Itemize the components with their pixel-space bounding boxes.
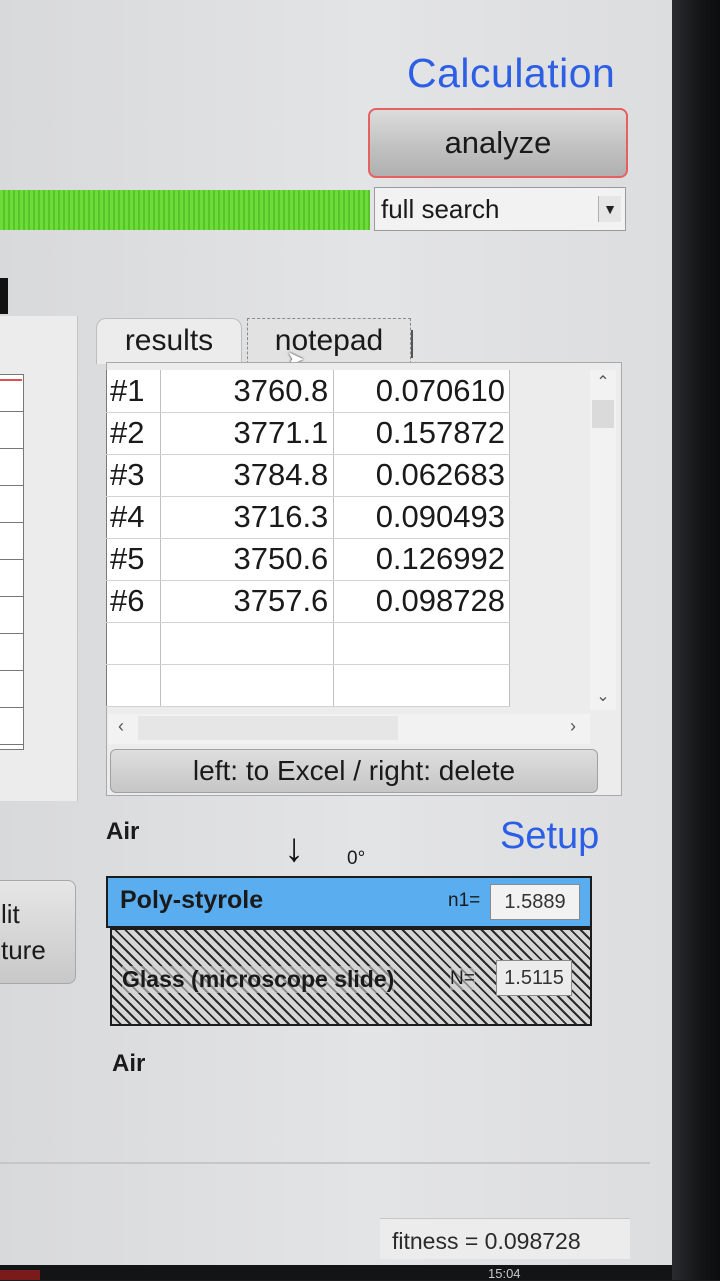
excel-delete-button[interactable]: left: to Excel / right: delete bbox=[110, 749, 598, 793]
taskbar-clock: 15:04 bbox=[488, 1266, 521, 1281]
incidence-angle: 0° bbox=[347, 848, 366, 869]
thickness-cell[interactable]: 3750.6 bbox=[160, 538, 335, 581]
result-id-cell[interactable]: #2 bbox=[106, 412, 161, 455]
table-row[interactable]: #5 3750.6 0.126992 bbox=[106, 538, 510, 581]
fit-button-label-2: ture bbox=[1, 935, 46, 965]
scroll-up-icon[interactable]: ⌃ bbox=[590, 372, 616, 392]
thickness-cell[interactable]: 3784.8 bbox=[160, 454, 335, 497]
left-table-marker bbox=[0, 379, 22, 381]
table-row[interactable] bbox=[106, 664, 510, 707]
scroll-down-icon[interactable]: ⌄ bbox=[590, 686, 616, 706]
fitness-text: fitness = 0.098728 bbox=[392, 1228, 581, 1254]
thickness-cell[interactable]: 3716.3 bbox=[160, 496, 335, 539]
tab-separator bbox=[411, 330, 413, 358]
substrate-name: Glass (microscope slide) bbox=[122, 966, 395, 993]
calculation-title: Calculation bbox=[407, 50, 616, 96]
tab-results[interactable]: results bbox=[96, 318, 242, 364]
result-id-cell[interactable] bbox=[106, 664, 161, 707]
layer-name: Poly-styrole bbox=[120, 886, 264, 914]
scroll-left-icon[interactable]: ‹ bbox=[118, 716, 124, 737]
refractive-index-label: n1= bbox=[448, 890, 481, 911]
refractive-index-field[interactable]: 1.5889 bbox=[490, 884, 580, 920]
layer-polystyrole[interactable]: Poly-styrole n1= 1.5889 bbox=[106, 876, 592, 928]
taskbar bbox=[0, 1265, 672, 1280]
progress-bar-fill bbox=[0, 190, 370, 230]
fit-structure-button[interactable]: lit ture bbox=[0, 880, 76, 984]
progress-bar bbox=[0, 190, 370, 230]
fitness-cell[interactable]: 0.157872 bbox=[333, 412, 510, 455]
scroll-thumb[interactable] bbox=[592, 400, 614, 428]
app-window: Calculation analyze full search ▼ lit tu… bbox=[0, 0, 672, 1265]
table-row[interactable]: #2 3771.1 0.157872 bbox=[106, 412, 510, 455]
fitness-cell[interactable] bbox=[333, 622, 510, 665]
results-table[interactable]: #1 3760.8 0.070610 #2 3771.1 0.157872 #3 3784.8… bbox=[106, 370, 510, 707]
layer-substrate[interactable]: Glass (microscope slide) N= 1.5115 bbox=[110, 928, 592, 1026]
left-table bbox=[0, 374, 24, 750]
analyze-button[interactable]: analyze bbox=[368, 108, 628, 178]
result-id-cell[interactable]: #6 bbox=[106, 580, 161, 623]
table-row[interactable]: #1 3760.8 0.070610 bbox=[106, 370, 510, 413]
fitness-cell[interactable]: 0.062683 bbox=[333, 454, 510, 497]
result-id-cell[interactable] bbox=[106, 622, 161, 665]
result-id-cell[interactable]: #1 bbox=[106, 370, 161, 413]
chevron-down-icon[interactable]: ▼ bbox=[598, 196, 621, 222]
table-row[interactable]: #3 3784.8 0.062683 bbox=[106, 454, 510, 497]
result-id-cell[interactable]: #3 bbox=[106, 454, 161, 497]
top-medium-label: Air bbox=[106, 818, 140, 845]
thickness-cell[interactable] bbox=[160, 622, 335, 665]
incident-arrow-icon: ↓ bbox=[284, 826, 304, 870]
fitness-cell[interactable]: 0.070610 bbox=[333, 370, 510, 413]
fitness-cell[interactable]: 0.090493 bbox=[333, 496, 510, 539]
result-id-cell[interactable]: #5 bbox=[106, 538, 161, 581]
results-horizontal-scrollbar[interactable]: ‹ › bbox=[108, 714, 590, 744]
search-mode-value: full search bbox=[381, 194, 500, 224]
table-row[interactable]: #6 3757.6 0.098728 bbox=[106, 580, 510, 623]
table-row[interactable]: #4 3716.3 0.090493 bbox=[106, 496, 510, 539]
monitor-bezel bbox=[672, 0, 720, 1280]
divider bbox=[0, 1162, 650, 1164]
thickness-cell[interactable] bbox=[160, 664, 335, 707]
taskbar-start bbox=[0, 1270, 40, 1280]
substrate-index-field[interactable]: 1.5115 bbox=[496, 960, 572, 996]
thickness-cell[interactable]: 3771.1 bbox=[160, 412, 335, 455]
fitness-cell[interactable]: 0.098728 bbox=[333, 580, 510, 623]
result-id-cell[interactable]: #4 bbox=[106, 496, 161, 539]
substrate-index-label: N= bbox=[450, 968, 475, 990]
thickness-cell[interactable]: 3760.8 bbox=[160, 370, 335, 413]
fitness-cell[interactable] bbox=[333, 664, 510, 707]
table-row[interactable] bbox=[106, 622, 510, 665]
left-panel-tab[interactable] bbox=[0, 278, 8, 314]
search-mode-select[interactable]: full search ▼ bbox=[374, 187, 626, 231]
setup-title: Setup bbox=[500, 815, 600, 857]
status-fitness: fitness = 0.098728 bbox=[380, 1218, 630, 1259]
hscroll-thumb[interactable] bbox=[138, 716, 398, 740]
scroll-right-icon[interactable]: › bbox=[570, 716, 576, 737]
fitness-cell[interactable]: 0.126992 bbox=[333, 538, 510, 581]
fit-button-label-1: lit bbox=[1, 899, 20, 929]
results-vertical-scrollbar[interactable]: ⌃ ⌄ bbox=[590, 370, 616, 710]
thickness-cell[interactable]: 3757.6 bbox=[160, 580, 335, 623]
bottom-medium-label: Air bbox=[112, 1050, 146, 1077]
tab-notepad[interactable]: notepad bbox=[247, 318, 411, 364]
